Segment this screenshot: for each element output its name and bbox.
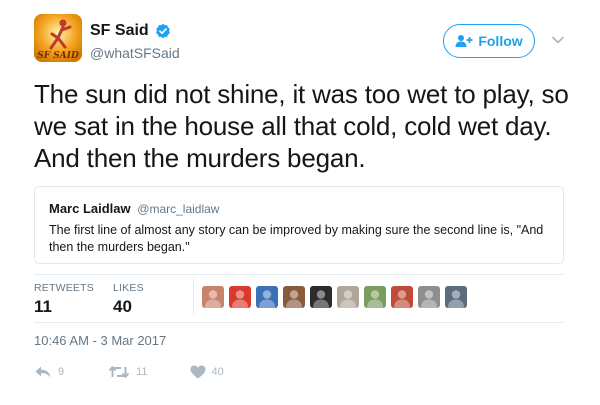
tweet-actions: 9 11 40 — [34, 362, 224, 382]
stats-top-divider — [34, 274, 564, 275]
tweet-text: The sun did not shine, it was too wet to… — [34, 79, 569, 173]
liker-5-avatar[interactable] — [310, 286, 332, 308]
author-name[interactable]: SF Said — [90, 21, 171, 41]
tweet-timestamp[interactable]: 10:46 AM - 3 Mar 2017 — [34, 333, 166, 349]
liker-9-avatar[interactable] — [418, 286, 440, 308]
chevron-down-icon — [552, 36, 564, 44]
author-avatar[interactable]: SF SAID — [34, 14, 82, 62]
follow-button-label: Follow — [478, 33, 523, 49]
quoted-tweet[interactable]: Marc Laidlaw @marc_laidlaw The first lin… — [34, 186, 564, 264]
liker-7-avatar[interactable] — [364, 286, 386, 308]
stats-bottom-divider — [34, 322, 564, 323]
liker-1-avatar[interactable] — [202, 286, 224, 308]
likes-stat[interactable]: LIKES 40 — [113, 282, 144, 317]
retweets-count: 11 — [34, 297, 52, 316]
tweet-card: SF SAID SF Said @whatSFSaid Follow The s… — [0, 0, 600, 405]
liker-8-avatar[interactable] — [391, 286, 413, 308]
verified-badge-icon — [155, 23, 171, 39]
avatar-logo-text: SF SAID — [37, 51, 79, 61]
like-button[interactable]: 40 — [190, 365, 224, 379]
author-avatar-image: SF SAID — [34, 14, 82, 62]
retweet-count: 11 — [136, 366, 148, 378]
liker-10-avatar[interactable] — [445, 286, 467, 308]
reply-icon — [35, 366, 51, 378]
reply-button[interactable]: 9 — [34, 365, 64, 379]
likes-label: LIKES — [113, 282, 144, 294]
quoted-tweet-text: The first line of almost any story can b… — [49, 223, 544, 254]
retweet-icon — [108, 366, 130, 378]
stats-separator — [193, 277, 194, 315]
quoted-tweet-author-name: Marc Laidlaw — [49, 201, 131, 216]
liker-4-avatar[interactable] — [283, 286, 305, 308]
liker-3-avatar[interactable] — [256, 286, 278, 308]
liker-6-avatar[interactable] — [337, 286, 359, 308]
likes-count: 40 — [113, 297, 132, 316]
liker-2-avatar[interactable] — [229, 286, 251, 308]
quoted-tweet-author: Marc Laidlaw @marc_laidlaw — [49, 201, 219, 217]
heart-icon — [190, 365, 206, 379]
quoted-tweet-author-handle: @marc_laidlaw — [137, 202, 220, 216]
retweets-stat[interactable]: RETWEETS 11 — [34, 282, 94, 317]
likers-avatars — [202, 286, 467, 310]
retweets-label: RETWEETS — [34, 282, 94, 294]
retweet-button[interactable]: 11 — [108, 365, 148, 379]
reply-count: 9 — [58, 366, 65, 378]
author-handle[interactable]: @whatSFSaid — [90, 44, 180, 62]
tweet-menu-button[interactable] — [548, 30, 568, 50]
author-name-text: SF Said — [90, 22, 149, 39]
follow-button[interactable]: Follow — [443, 24, 535, 58]
add-person-icon — [455, 34, 473, 48]
like-count: 40 — [211, 366, 224, 378]
